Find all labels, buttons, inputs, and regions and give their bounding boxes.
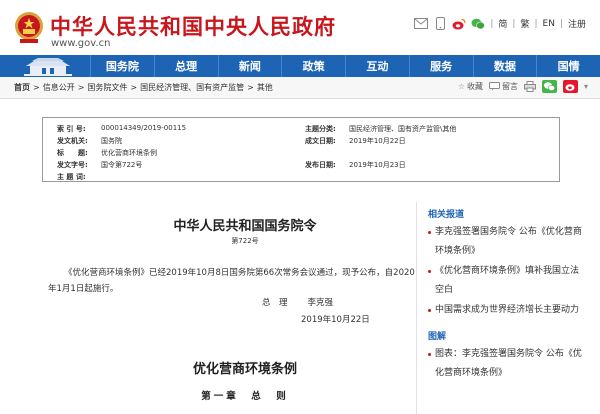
main-nav: 国务院 总理 新闻 政策 互动 服务 数据 国情 [0, 55, 600, 77]
breadcrumb-economy[interactable]: 国民经济管理、国有资产监管 [140, 82, 244, 93]
info-row-category: 主题分类: 国民经济管理、国有资产监管\其他 [305, 125, 457, 133]
wechat-icon[interactable] [471, 18, 486, 30]
signature-role: 总 理 [262, 298, 288, 308]
chapter-heading: 第一章 总 则 [201, 391, 289, 402]
breadcrumb-state-council-docs[interactable]: 国务院文件 [87, 82, 127, 93]
weibo-share-icon [562, 80, 578, 93]
nav-item-news[interactable]: 新闻 [217, 55, 282, 77]
graphics-heading: 图解 [428, 332, 447, 342]
related-link[interactable]: 《优化营商环境条例》填补我国立法空白 [416, 262, 586, 300]
related-heading: 相关报道 [428, 210, 465, 220]
sidebar: 相关报道 李克强签署国务院令 公布《优化营商环境条例》 《优化营商环境条例》填补… [416, 202, 586, 383]
signature-date: 2019年10月22日 [301, 315, 370, 325]
breadcrumb-home[interactable]: 首页 [14, 83, 30, 92]
toplink-register[interactable]: 注册 [568, 17, 586, 30]
printer-icon [523, 81, 536, 92]
nav-item-premier[interactable]: 总理 [153, 55, 218, 77]
share-more-button[interactable]: ▾ [584, 82, 588, 91]
info-row-keywords: 主 题 词: [57, 173, 86, 181]
nav-item-services[interactable]: 服务 [408, 55, 473, 77]
signature-line: 总 理 李克强 [262, 296, 333, 308]
related-link[interactable]: 李克强签署国务院令 公布《优化营商环境条例》 [416, 223, 586, 261]
breadcrumb-other[interactable]: 其他 [257, 82, 273, 93]
related-link[interactable]: 中国需求成为世界经济增长主要动力 [416, 301, 586, 320]
site-title[interactable]: 中华人民共和国中央人民政府 [50, 11, 336, 41]
info-row-published: 发布日期: 2019年10月23日 [305, 161, 406, 169]
wechat-share-button[interactable] [541, 80, 557, 93]
decree-paragraph: 《优化营商环境条例》已经2019年10月8日国务院第66次常务会议通过，现予公布… [48, 268, 415, 294]
mobile-icon[interactable] [433, 17, 447, 30]
nav-item-data[interactable]: 数据 [472, 55, 537, 77]
tiananmen-icon [24, 58, 72, 76]
signature-name: 李克强 [307, 298, 334, 308]
breadcrumb-bar: 首页 > 信息公开 > 国务院文件 > 国民经济管理、国有资产监管 > 其他 ☆… [0, 77, 600, 99]
toplink-simplified[interactable]: 简 [498, 17, 507, 30]
nav-item-state-council[interactable]: 国务院 [90, 55, 154, 77]
weibo-icon[interactable] [452, 18, 466, 30]
graphics-link[interactable]: 图表：李克强签署国务院令 公布《优化营商环境条例》 [416, 345, 586, 383]
nav-logo[interactable] [0, 55, 90, 77]
decree-title: 中华人民共和国国务院令 [173, 219, 317, 234]
info-row-created: 成文日期: 2019年10月22日 [305, 137, 406, 145]
law-title: 优化营商环境条例 [192, 362, 297, 377]
nav-item-policy[interactable]: 政策 [281, 55, 345, 77]
comment-icon [488, 82, 500, 91]
comment-button[interactable]: 留言 [488, 81, 518, 92]
toplink-english[interactable]: EN [543, 19, 555, 29]
weibo-share-button[interactable] [562, 80, 578, 93]
toplink-traditional[interactable]: 繁 [520, 17, 529, 30]
top-links: | 简 | 繁 | EN | 注册 [414, 17, 586, 30]
info-row-title: 标 题: 优化营商环境条例 [57, 149, 157, 157]
decree-number: 第722号 [231, 237, 259, 245]
site-url[interactable]: www.gov.cn [51, 38, 110, 49]
nav-item-interaction[interactable]: 互动 [345, 55, 409, 77]
star-icon: ☆ [457, 82, 465, 91]
info-row-issuer: 发文机关: 国务院 [57, 137, 122, 145]
info-row-index: 索 引 号: 000014349/2019-00115 [57, 124, 187, 133]
mail-icon[interactable] [414, 18, 429, 30]
national-emblem-icon[interactable] [14, 10, 44, 44]
breadcrumb-info-disclosure[interactable]: 信息公开 [43, 82, 75, 93]
breadcrumb: 首页 > 信息公开 > 国务院文件 > 国民经济管理、国有资产监管 > 其他 [14, 82, 273, 93]
print-button[interactable] [523, 81, 536, 92]
page-tools: ☆ 收藏 留言 ▾ [458, 80, 588, 93]
info-row-docno: 发文字号: 国令第722号 [57, 161, 143, 169]
favorite-button[interactable]: ☆ 收藏 [458, 81, 483, 92]
nav-item-national-info[interactable]: 国情 [536, 55, 600, 77]
site-header: 中华人民共和国中央人民政府 www.gov.cn | 简 | 繁 | EN | … [0, 0, 600, 55]
wechat-share-icon [541, 80, 557, 93]
document-info-table: 索 引 号: 000014349/2019-00115 主题分类: 国民经济管理… [42, 117, 560, 182]
